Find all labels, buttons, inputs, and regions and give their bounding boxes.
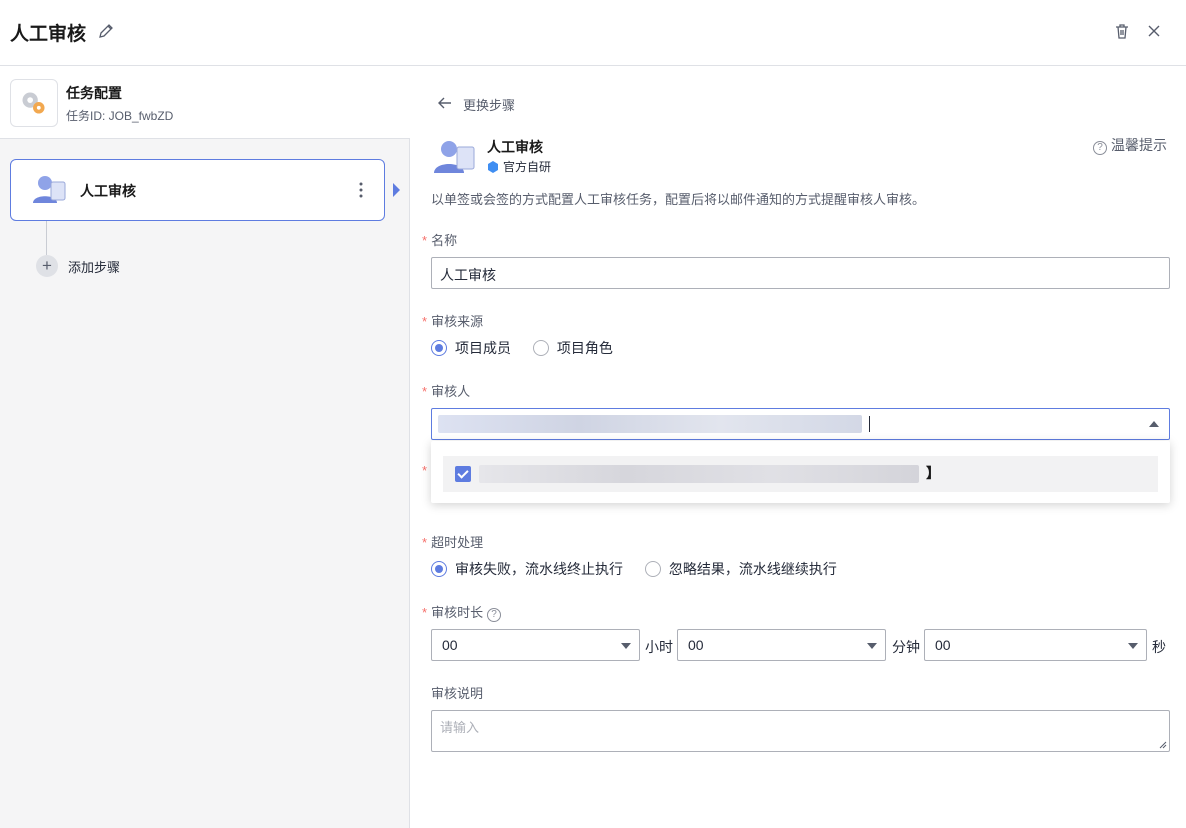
dropdown-option[interactable]: 】 bbox=[443, 456, 1158, 492]
checkbox-checked[interactable] bbox=[455, 466, 471, 482]
hours-select[interactable]: 00 bbox=[431, 629, 640, 661]
arrow-left-icon bbox=[438, 97, 451, 109]
task-config-title: 任务配置 bbox=[66, 85, 122, 101]
option-bracket: 】 bbox=[926, 465, 940, 481]
tips-link[interactable]: ? 温馨提示 bbox=[1093, 135, 1167, 155]
reviewer-label: * 审核人 bbox=[422, 384, 471, 399]
step-name: 人工审核 bbox=[487, 139, 543, 155]
plus-icon: + bbox=[36, 255, 58, 277]
name-input[interactable]: 人工审核 bbox=[431, 257, 1170, 289]
seconds-unit: 秒 bbox=[1152, 639, 1166, 655]
timeout-radio-group: 审核失败，流水线终止执行 忽略结果，流水线继续执行 bbox=[431, 559, 855, 579]
hidden-field-label: * bbox=[422, 463, 428, 478]
help-icon[interactable]: ? bbox=[487, 608, 502, 622]
back-label: 更换步骤 bbox=[463, 98, 516, 113]
reviewer-icon bbox=[33, 176, 66, 203]
step-card-manual-review[interactable]: 人工审核 bbox=[10, 159, 385, 221]
question-icon: ? bbox=[1093, 141, 1107, 155]
step-description: 以单签或会签的方式配置人工审核任务，配置后将以邮件通知的方式提醒审核人审核。 bbox=[431, 192, 926, 207]
add-step-button[interactable]: + 添加步骤 bbox=[36, 254, 156, 278]
seconds-select[interactable]: 00 bbox=[924, 629, 1147, 661]
name-label: * 名称 bbox=[422, 233, 458, 248]
close-icon[interactable] bbox=[1145, 22, 1163, 40]
gear-icon bbox=[10, 79, 58, 127]
radio-ignore-continue[interactable]: 忽略结果，流水线继续执行 bbox=[644, 559, 837, 579]
comment-label: 审核说明 bbox=[431, 686, 484, 701]
task-config-card[interactable]: 任务配置 任务ID: JOB_fwbZD bbox=[0, 67, 410, 139]
trash-icon[interactable] bbox=[1113, 22, 1131, 40]
resize-grip-icon[interactable] bbox=[1159, 741, 1167, 749]
badge-label: 官方自研 bbox=[503, 160, 552, 174]
reviewer-icon bbox=[434, 141, 475, 173]
chevron-down-icon bbox=[1128, 643, 1138, 649]
more-vertical-icon[interactable] bbox=[353, 180, 369, 200]
comment-textarea[interactable]: 请输入 bbox=[431, 710, 1170, 752]
step-label: 人工审核 bbox=[80, 183, 136, 199]
caret-right-icon bbox=[393, 183, 400, 197]
source-label: * 审核来源 bbox=[422, 314, 484, 329]
pipeline-sidebar: 任务配置 任务ID: JOB_fwbZD 人工审核 + 添加步骤 bbox=[0, 67, 410, 828]
step-config-panel: 更换步骤 人工审核 官方自研 ? 温馨提示 以单签或会签的方式配置人工审核任务，配… bbox=[411, 67, 1186, 828]
duration-label: * 审核时长? bbox=[422, 602, 502, 622]
chevron-down-icon bbox=[867, 643, 877, 649]
hours-unit: 小时 bbox=[645, 639, 673, 655]
task-id: 任务ID: JOB_fwbZD bbox=[66, 109, 174, 123]
text-caret bbox=[869, 416, 870, 432]
chevron-up-icon[interactable] bbox=[1149, 421, 1159, 427]
hexagon-badge-icon bbox=[488, 161, 498, 173]
minutes-unit: 分钟 bbox=[892, 639, 920, 655]
step-connector bbox=[46, 221, 47, 255]
reviewer-select[interactable] bbox=[431, 408, 1170, 440]
pencil-icon[interactable] bbox=[97, 22, 115, 40]
selected-reviewer-tag[interactable] bbox=[438, 415, 862, 433]
option-label-redacted bbox=[479, 465, 919, 483]
radio-project-roles[interactable]: 项目角色 bbox=[532, 338, 613, 358]
radio-fail-stop[interactable]: 审核失败，流水线终止执行 bbox=[431, 559, 623, 579]
chevron-down-icon bbox=[621, 643, 631, 649]
radio-project-members[interactable]: 项目成员 bbox=[431, 338, 511, 358]
page-title: 人工审核 bbox=[10, 24, 87, 45]
tips-label: 温馨提示 bbox=[1111, 137, 1167, 153]
add-step-label: 添加步骤 bbox=[68, 260, 121, 275]
top-bar: 人工审核 bbox=[0, 0, 1186, 66]
reviewer-dropdown: 】 bbox=[431, 441, 1170, 503]
minutes-select[interactable]: 00 bbox=[677, 629, 886, 661]
timeout-label: * 超时处理 bbox=[422, 535, 484, 550]
source-radio-group: 项目成员 项目角色 bbox=[431, 338, 631, 358]
official-badge: 官方自研 bbox=[487, 158, 551, 175]
